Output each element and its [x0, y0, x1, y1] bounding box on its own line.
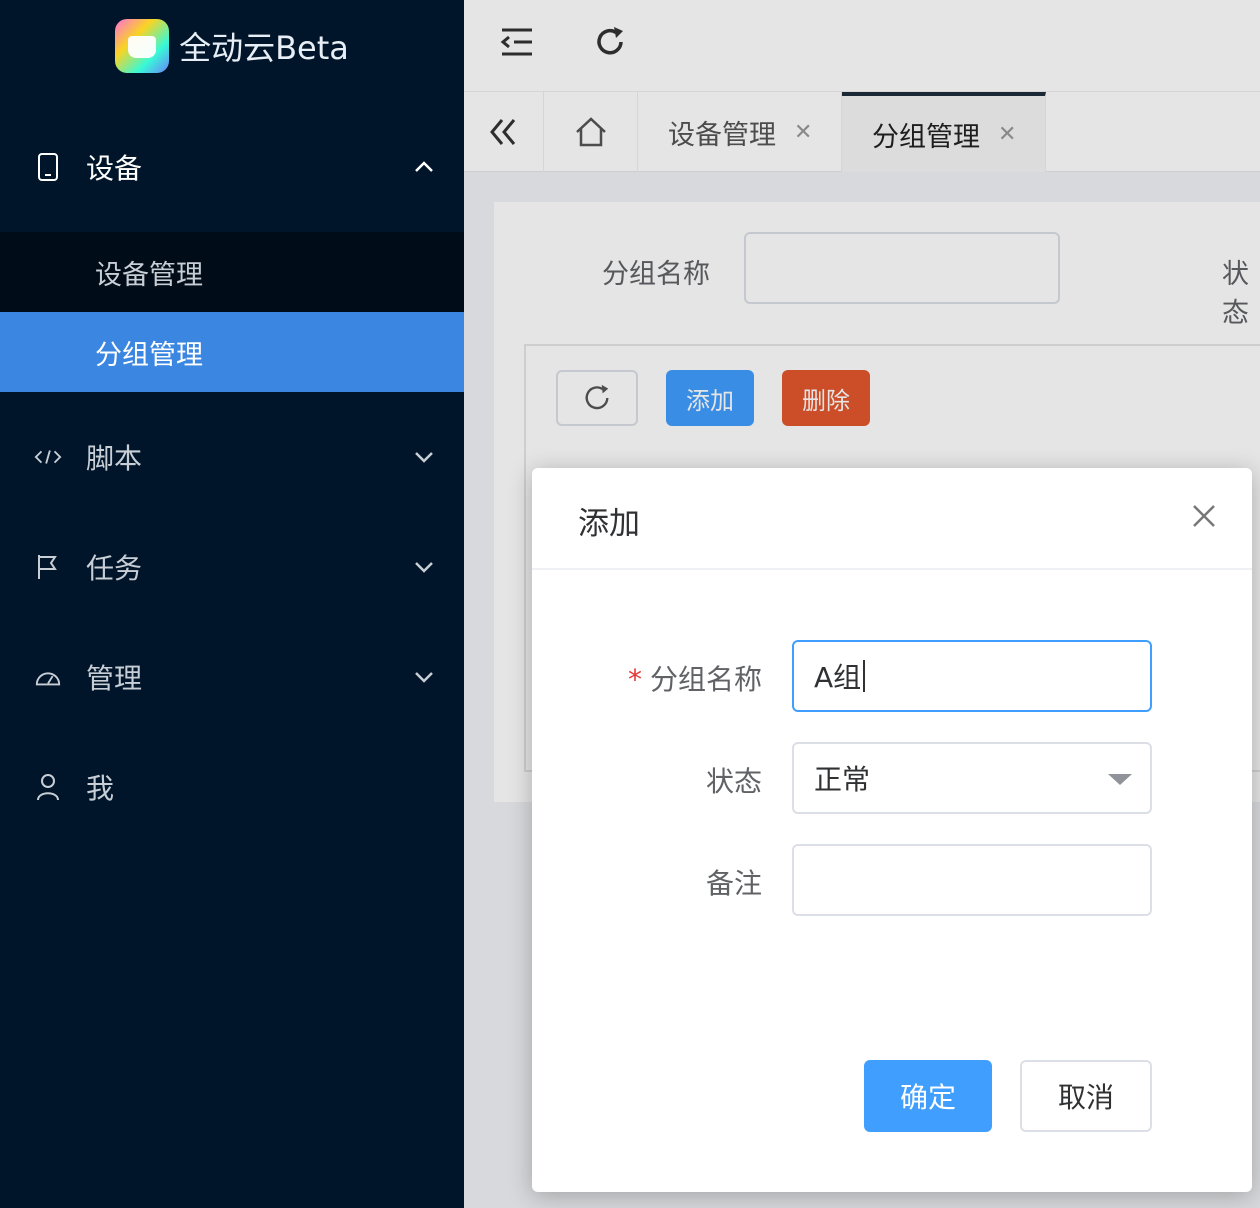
- menu-group-script[interactable]: 脚本: [0, 402, 464, 512]
- group-name-value: A组: [814, 661, 862, 694]
- close-icon[interactable]: [1190, 502, 1218, 530]
- menu-label-device: 设备: [86, 152, 143, 185]
- dashboard-icon: [34, 663, 62, 691]
- sidebar-item-device-management[interactable]: 设备管理: [0, 232, 464, 312]
- group-name-label-text: 分组名称: [649, 663, 762, 696]
- dialog-title: 添加: [578, 506, 640, 542]
- menu-label-script: 脚本: [86, 442, 143, 475]
- group-name-input[interactable]: A组: [792, 640, 1152, 712]
- user-icon: [34, 773, 62, 801]
- code-icon: [34, 443, 62, 471]
- remark-input[interactable]: [792, 844, 1152, 916]
- menu-item-me[interactable]: 我: [0, 732, 464, 842]
- required-mark: *: [627, 663, 642, 696]
- sidebar-item-label: 分组管理: [95, 339, 203, 371]
- menu-label-task: 任务: [86, 552, 143, 585]
- caret-down-icon: [1108, 774, 1132, 785]
- text-caret: [863, 660, 866, 692]
- brand-name: 全动云Beta: [179, 29, 349, 67]
- menu-label-manage: 管理: [86, 662, 143, 695]
- remark-label: 备注: [705, 867, 762, 900]
- menu-group-manage[interactable]: 管理: [0, 622, 464, 732]
- brand[interactable]: 全动云Beta: [0, 0, 464, 92]
- status-select[interactable]: 正常: [792, 742, 1152, 814]
- sidebar: 全动云Beta 设备 设备管理 分组管理 脚本 任务 管理 我: [0, 0, 464, 1208]
- cancel-button[interactable]: 取消: [1020, 1060, 1152, 1132]
- sidebar-item-label: 设备管理: [95, 259, 203, 291]
- mobile-icon: [34, 153, 62, 181]
- chevron-down-icon: [415, 672, 433, 683]
- group-name-label: * 分组名称: [626, 658, 762, 698]
- chevron-up-icon: [415, 161, 433, 172]
- status-label: 状态: [705, 765, 762, 798]
- dialog-header: 添加: [532, 468, 1252, 570]
- status-value: 正常: [814, 763, 871, 796]
- chevron-down-icon: [415, 562, 433, 573]
- add-group-dialog: 添加 * 分组名称 A组 状态 正常 备注 确定 取消: [532, 468, 1252, 1192]
- chevron-down-icon: [415, 452, 433, 463]
- sidebar-item-group-management[interactable]: 分组管理: [0, 312, 464, 392]
- menu-group-task[interactable]: 任务: [0, 512, 464, 622]
- confirm-button[interactable]: 确定: [864, 1060, 992, 1132]
- flag-icon: [34, 553, 62, 581]
- menu-group-device[interactable]: 设备: [0, 112, 464, 222]
- app-logo: [115, 19, 170, 73]
- menu-label-me: 我: [86, 772, 115, 805]
